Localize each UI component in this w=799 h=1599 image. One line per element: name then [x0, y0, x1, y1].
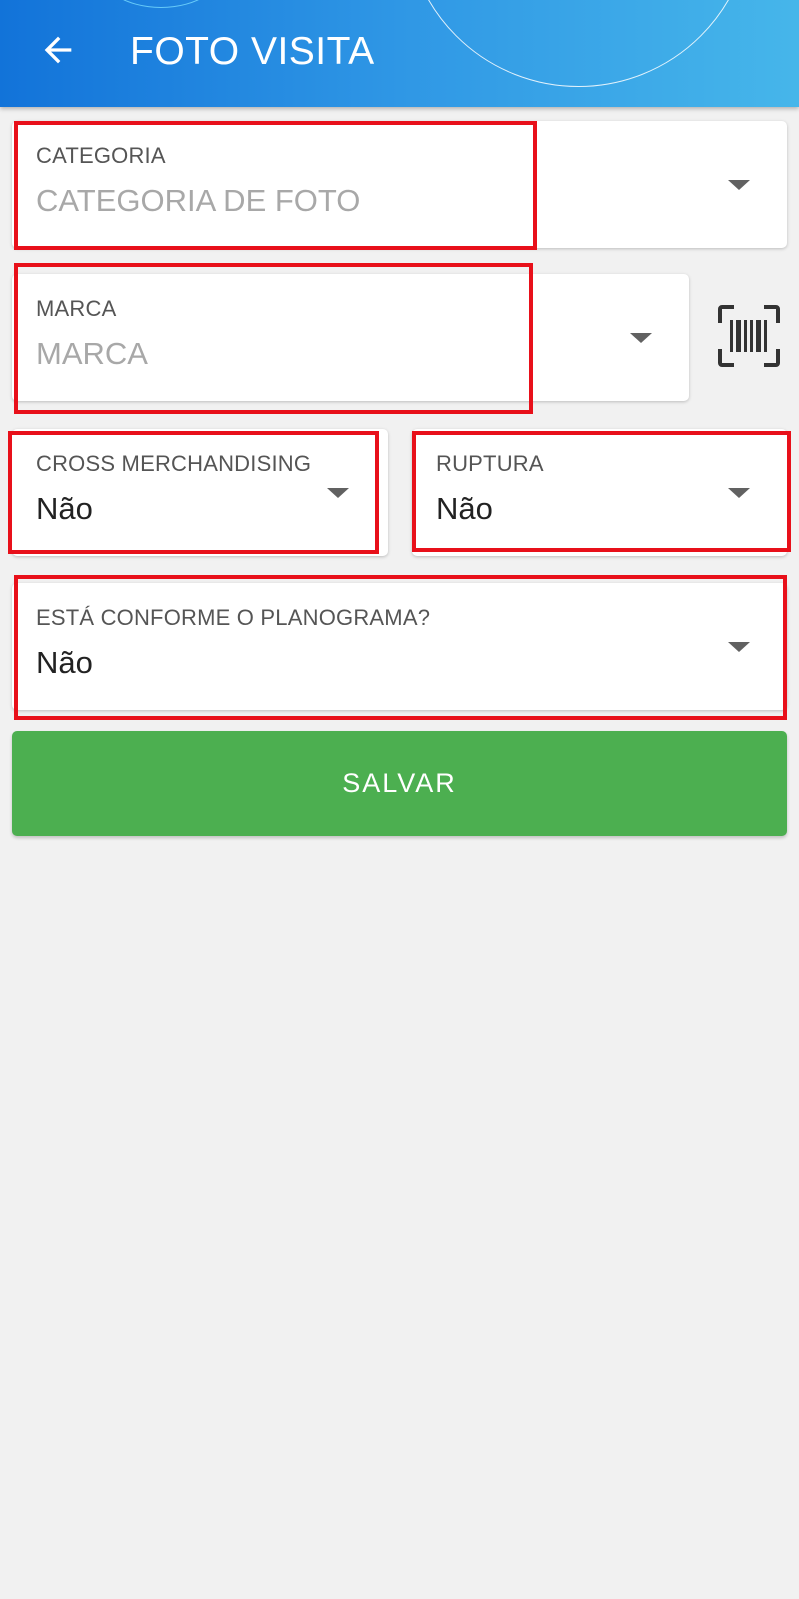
ruptura-select[interactable]: RUPTURA Não [412, 429, 787, 556]
decorative-circle [95, 0, 227, 8]
marca-label: MARCA [36, 296, 117, 321]
planograma-value: Não [36, 645, 93, 680]
chevron-down-icon [728, 488, 750, 498]
app-bar: FOTO VISITA [0, 0, 799, 107]
cross-merchandising-select[interactable]: CROSS MERCHANDISING Não [12, 429, 388, 556]
chevron-down-icon [728, 180, 750, 190]
decorative-circle [405, 0, 752, 87]
categoria-label: CATEGORIA [36, 143, 166, 168]
marca-select[interactable]: MARCA MARCA [12, 274, 689, 401]
cross-merchandising-label: CROSS MERCHANDISING [36, 451, 312, 476]
chevron-down-icon [630, 333, 652, 343]
barcode-scan-icon [718, 305, 780, 371]
chevron-down-icon [327, 488, 349, 498]
save-button[interactable]: SALVAR [12, 731, 787, 836]
barcode-scan-button[interactable] [718, 305, 780, 367]
ruptura-value: Não [436, 491, 493, 526]
marca-placeholder: MARCA [36, 336, 148, 371]
page-title: FOTO VISITA [130, 30, 375, 73]
planograma-select[interactable]: ESTÁ CONFORME O PLANOGRAMA? Não [12, 583, 787, 710]
arrow-back-icon [38, 30, 78, 75]
categoria-placeholder: CATEGORIA DE FOTO [36, 183, 361, 218]
planograma-label: ESTÁ CONFORME O PLANOGRAMA? [36, 605, 431, 630]
ruptura-label: RUPTURA [436, 451, 544, 476]
cross-merchandising-value: Não [36, 491, 93, 526]
back-button[interactable] [30, 24, 86, 80]
chevron-down-icon [728, 642, 750, 652]
categoria-select[interactable]: CATEGORIA CATEGORIA DE FOTO [12, 121, 787, 248]
